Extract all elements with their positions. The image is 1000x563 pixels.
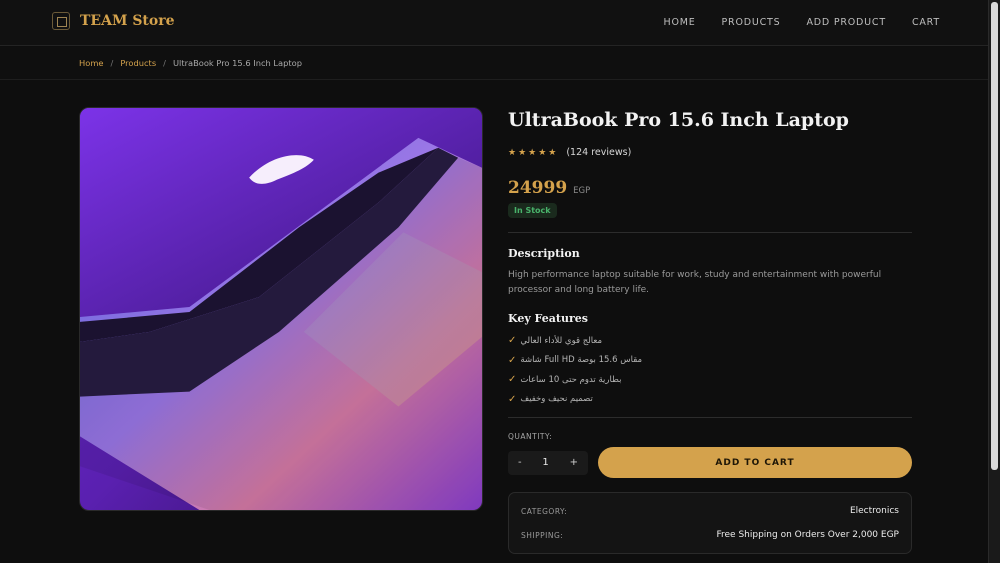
description-title: Description (508, 247, 580, 260)
feature-text: تصميم نحيف وخفيف (520, 394, 593, 405)
store-logo-icon (52, 12, 70, 30)
nav-cart[interactable]: CART (912, 17, 940, 28)
quantity-stepper: - 1 + (508, 450, 588, 475)
laptop-photo (80, 108, 482, 510)
price-row: 24999 EGP (508, 178, 912, 198)
nav-links: HOME PRODUCTS ADD PRODUCT CART (664, 17, 941, 28)
feature-text: معالج قوي للأداء العالي (520, 335, 603, 346)
breadcrumb-current: UltraBook Pro 15.6 Inch Laptop (172, 58, 302, 68)
breadcrumb-products[interactable]: Products (120, 58, 156, 68)
increase-quantity-button[interactable]: + (570, 457, 578, 468)
feature-text: بطارية تدوم حتى 10 ساعات (520, 374, 622, 385)
shipping-label: SHIPPING: (521, 530, 564, 540)
quantity-value[interactable]: 1 (542, 457, 548, 468)
decrease-quantity-button[interactable]: - (518, 457, 522, 468)
brand[interactable]: TEAM Store (52, 12, 175, 30)
add-to-cart-button[interactable]: ADD TO CART (598, 447, 912, 478)
scrollbar-thumb[interactable] (991, 2, 998, 470)
breadcrumb: Home / Products / UltraBook Pro 15.6 Inc… (79, 58, 302, 68)
product-description: High performance laptop suitable for wor… (508, 270, 882, 295)
meta-category-row: CATEGORY: Electronics (521, 499, 899, 523)
feature-item: ✓ شاشة Full HD مقاس 15.6 بوصة (508, 351, 912, 371)
stock-badge: In Stock (508, 203, 557, 218)
top-navbar: TEAM Store HOME PRODUCTS ADD PRODUCT CAR… (0, 0, 988, 46)
breadcrumb-separator: / (110, 58, 114, 68)
check-icon: ✓ (508, 335, 517, 347)
review-count: (124 reviews) (566, 147, 632, 158)
breadcrumb-separator: / (163, 58, 166, 68)
product-info: UltraBook Pro 15.6 Inch Laptop ★★★★★ (12… (508, 107, 912, 554)
brand-name: TEAM Store (80, 13, 175, 29)
category-label: CATEGORY: (521, 506, 568, 516)
nav-home[interactable]: HOME (664, 17, 696, 28)
product-meta: CATEGORY: Electronics SHIPPING: Free Shi… (508, 492, 912, 554)
divider (508, 232, 912, 233)
meta-shipping-row: SHIPPING: Free Shipping on Orders Over 2… (521, 523, 899, 547)
nav-add-product[interactable]: ADD PRODUCT (806, 17, 885, 28)
shipping-value: Free Shipping on Orders Over 2,000 EGP (716, 530, 899, 540)
check-icon: ✓ (508, 354, 517, 366)
category-value: Electronics (849, 506, 899, 516)
check-icon: ✓ (508, 374, 517, 386)
feature-item: ✓ معالج قوي للأداء العالي (508, 331, 912, 351)
breadcrumb-bar: Home / Products / UltraBook Pro 15.6 Inc… (0, 47, 988, 80)
feature-item: ✓ تصميم نحيف وخفيف (508, 390, 912, 410)
price-currency: EGP (573, 186, 591, 196)
product-image (79, 107, 483, 511)
star-rating-icon: ★★★★★ (508, 147, 559, 158)
product-price: 24999 (508, 178, 568, 198)
feature-text: شاشة Full HD مقاس 15.6 بوصة (520, 355, 643, 366)
features-list: ✓ معالج قوي للأداء العالي ✓ شاشة Full HD م… (508, 331, 912, 409)
breadcrumb-home[interactable]: Home (79, 58, 104, 68)
page-scrollbar[interactable] (988, 0, 1000, 563)
check-icon: ✓ (508, 393, 517, 405)
quantity-label: QUANTITY: (508, 432, 553, 441)
divider (508, 417, 912, 418)
product-title: UltraBook Pro 15.6 Inch Laptop (508, 109, 849, 131)
cart-row: - 1 + ADD TO CART (508, 447, 912, 478)
nav-products[interactable]: PRODUCTS (722, 17, 781, 28)
feature-item: ✓ بطارية تدوم حتى 10 ساعات (508, 370, 912, 390)
rating: ★★★★★ (124 reviews) (508, 147, 912, 158)
features-title: Key Features (508, 312, 588, 325)
